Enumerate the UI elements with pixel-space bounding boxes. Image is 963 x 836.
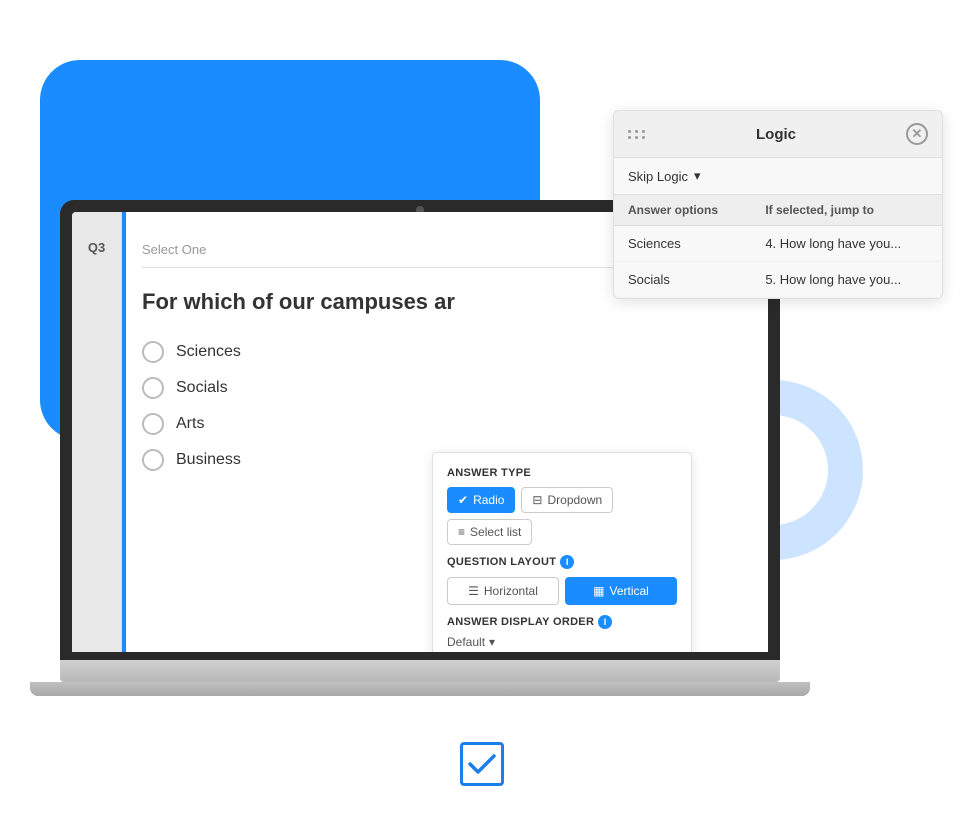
answer-display-label: Answer Display Order i (447, 615, 677, 629)
logic-table: Answer options If selected, jump to Scie… (614, 195, 942, 298)
type-btn-dropdown[interactable]: ⊟ Dropdown (521, 487, 613, 513)
layout-label-horizontal: Horizontal (484, 584, 538, 598)
radio-business[interactable] (142, 449, 164, 471)
layout-info-icon[interactable]: i (560, 555, 574, 569)
answer-label-sciences: Sciences (176, 343, 241, 361)
checkmark-logo-box (460, 742, 504, 786)
selectlist-icon: ≡ (458, 525, 465, 539)
blue-accent-bar (122, 212, 126, 652)
logic-close-button[interactable]: ✕ (906, 123, 928, 145)
skip-logic-label: Skip Logic (628, 169, 688, 184)
logic-answer-socials: Socials (614, 262, 751, 298)
laptop-foot (30, 682, 810, 696)
question-badge: Q3 (84, 232, 109, 263)
bottom-logo (460, 742, 504, 786)
logic-header: Logic ✕ (614, 111, 942, 158)
logic-title: Logic (646, 126, 906, 143)
logic-jump-sciences: 4. How long have you... (751, 226, 942, 262)
select-one-placeholder: Select One (142, 242, 206, 257)
checkmark-svg (468, 753, 496, 775)
skip-logic-bar: Skip Logic ▾ (614, 158, 942, 195)
logic-table-header-answer: Answer options (614, 195, 751, 226)
layout-btn-horizontal[interactable]: ☰ Horizontal (447, 577, 559, 605)
answer-option-socials: Socials (142, 377, 748, 399)
type-btn-radio[interactable]: ✔ Radio (447, 487, 515, 513)
type-btn-selectlist[interactable]: ≡ Select list (447, 519, 532, 545)
drag-handle-icon (628, 130, 646, 139)
logic-row-sciences: Sciences 4. How long have you... (614, 226, 942, 262)
answer-label-arts: Arts (176, 415, 204, 433)
dropdown-icon: ⊟ (532, 493, 542, 507)
default-label: Default (447, 635, 485, 649)
radio-icon: ✔ (458, 493, 468, 507)
vertical-icon: ▦ (593, 584, 604, 598)
layout-options: ☰ Horizontal ▦ Vertical (447, 577, 677, 605)
type-label-radio: Radio (473, 493, 504, 507)
answer-type-label: Answer type (447, 467, 677, 479)
answer-label-socials: Socials (176, 379, 228, 397)
display-info-icon[interactable]: i (598, 615, 612, 629)
survey-sidebar: Q3 (72, 212, 122, 652)
radio-sciences[interactable] (142, 341, 164, 363)
logic-table-header-jump: If selected, jump to (751, 195, 942, 226)
layout-label-vertical: Vertical (609, 584, 648, 598)
answer-option-sciences: Sciences (142, 341, 748, 363)
radio-arts[interactable] (142, 413, 164, 435)
chevron-down-icon: ▾ (489, 635, 495, 649)
radio-socials[interactable] (142, 377, 164, 399)
default-select[interactable]: Default ▾ (447, 635, 677, 649)
answer-label-business: Business (176, 451, 241, 469)
logic-row-socials: Socials 5. How long have you... (614, 262, 942, 298)
laptop-base (60, 660, 780, 682)
answer-type-options: ✔ Radio ⊟ Dropdown ≡ Select list (447, 487, 677, 545)
type-label-selectlist: Select list (470, 525, 521, 539)
settings-panel: Answer type ✔ Radio ⊟ Dropdown ≡ Select (432, 452, 692, 652)
question-layout-label: Question Layout i (447, 555, 677, 569)
skip-logic-button[interactable]: Skip Logic ▾ (628, 168, 928, 184)
type-label-dropdown: Dropdown (547, 493, 602, 507)
layout-btn-vertical[interactable]: ▦ Vertical (565, 577, 677, 605)
logic-panel: Logic ✕ Skip Logic ▾ Answer options If s… (613, 110, 943, 299)
skip-logic-chevron-icon: ▾ (694, 168, 701, 184)
horizontal-icon: ☰ (468, 584, 479, 598)
answer-option-arts: Arts (142, 413, 748, 435)
logic-answer-sciences: Sciences (614, 226, 751, 262)
logic-jump-socials: 5. How long have you... (751, 262, 942, 298)
